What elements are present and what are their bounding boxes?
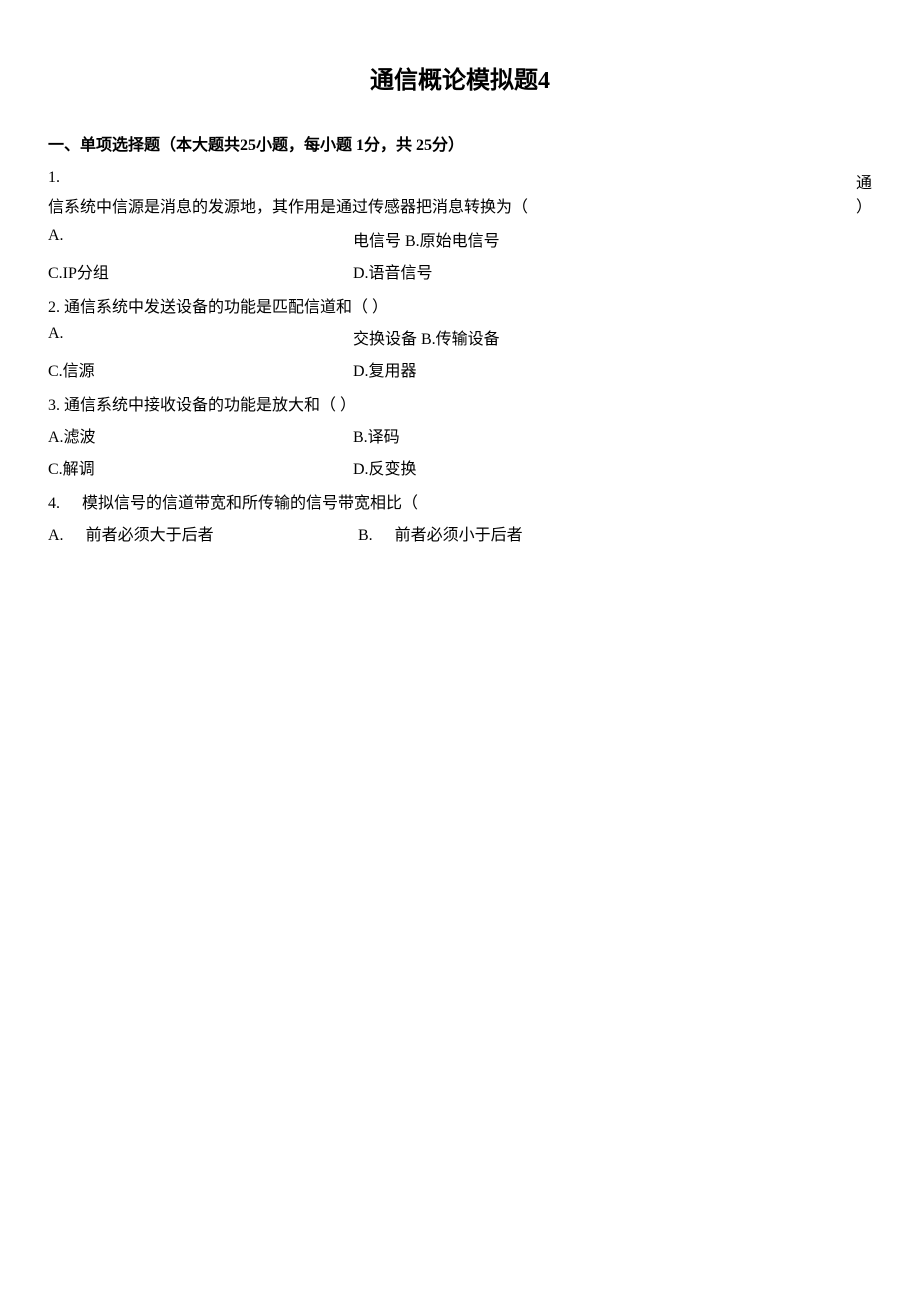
q3-option-b: B.译码	[353, 423, 872, 447]
q1-stem: 信系统中信源是消息的发源地，其作用是通过传感器把消息转换为（	[48, 193, 528, 217]
q1-option-ab-text: 电信号 B.原始电信号	[353, 227, 872, 251]
q4-option-b: B. 前者必须小于后者	[358, 521, 872, 545]
question-4: 4. 模拟信号的信道带宽和所传输的信号带宽相比（	[48, 489, 872, 513]
q4-option-a-label: A.	[48, 527, 64, 544]
page-title: 通信概论模拟题4	[48, 60, 872, 95]
q4-stem: 模拟信号的信道带宽和所传输的信号带宽相比（	[82, 495, 418, 512]
q4-option-b-label: B.	[358, 527, 373, 544]
q2-option-a-label: A.	[48, 325, 353, 349]
q3-options-cd: C.解调 D.反变换	[48, 455, 872, 479]
q3-option-d: D.反变换	[353, 455, 872, 479]
q1-option-c: C.IP分组	[48, 259, 353, 283]
question-3: 3. 通信系统中接收设备的功能是放大和（ ）	[48, 391, 872, 415]
q3-option-a: A.滤波	[48, 423, 353, 447]
q4-option-a-text: 前者必须大于后者	[86, 527, 214, 544]
q1-options-cd: C.IP分组 D.语音信号	[48, 259, 872, 283]
q2-options-ab: A. 交换设备 B.传输设备	[48, 325, 872, 349]
q1-number: 1.	[48, 169, 60, 193]
q1-close-paren: ）	[856, 193, 872, 217]
q1-options-ab: A. 电信号 B.原始电信号	[48, 227, 872, 251]
q4-options-ab: A. 前者必须大于后者 B. 前者必须小于后者	[48, 521, 872, 545]
question-1: 1. 通 信系统中信源是消息的发源地，其作用是通过传感器把消息转换为（ ）	[48, 169, 872, 217]
q1-option-d: D.语音信号	[353, 259, 872, 283]
section-header: 一、单项选择题（本大题共25小题，每小题 1分，共 25分）	[48, 131, 872, 155]
q3-option-c: C.解调	[48, 455, 353, 479]
q1-option-a-label: A.	[48, 227, 353, 251]
q1-trail-right: 通	[856, 169, 872, 193]
q4-number: 4.	[48, 495, 60, 512]
q2-options-cd: C.信源 D.复用器	[48, 357, 872, 381]
q2-option-ab-text: 交换设备 B.传输设备	[353, 325, 872, 349]
question-2: 2. 通信系统中发送设备的功能是匹配信道和（ ）	[48, 293, 872, 317]
q4-option-b-text: 前者必须小于后者	[395, 527, 523, 544]
q2-option-d: D.复用器	[353, 357, 872, 381]
q2-option-c: C.信源	[48, 357, 353, 381]
q3-options-ab: A.滤波 B.译码	[48, 423, 872, 447]
q4-option-a: A. 前者必须大于后者	[48, 521, 358, 545]
